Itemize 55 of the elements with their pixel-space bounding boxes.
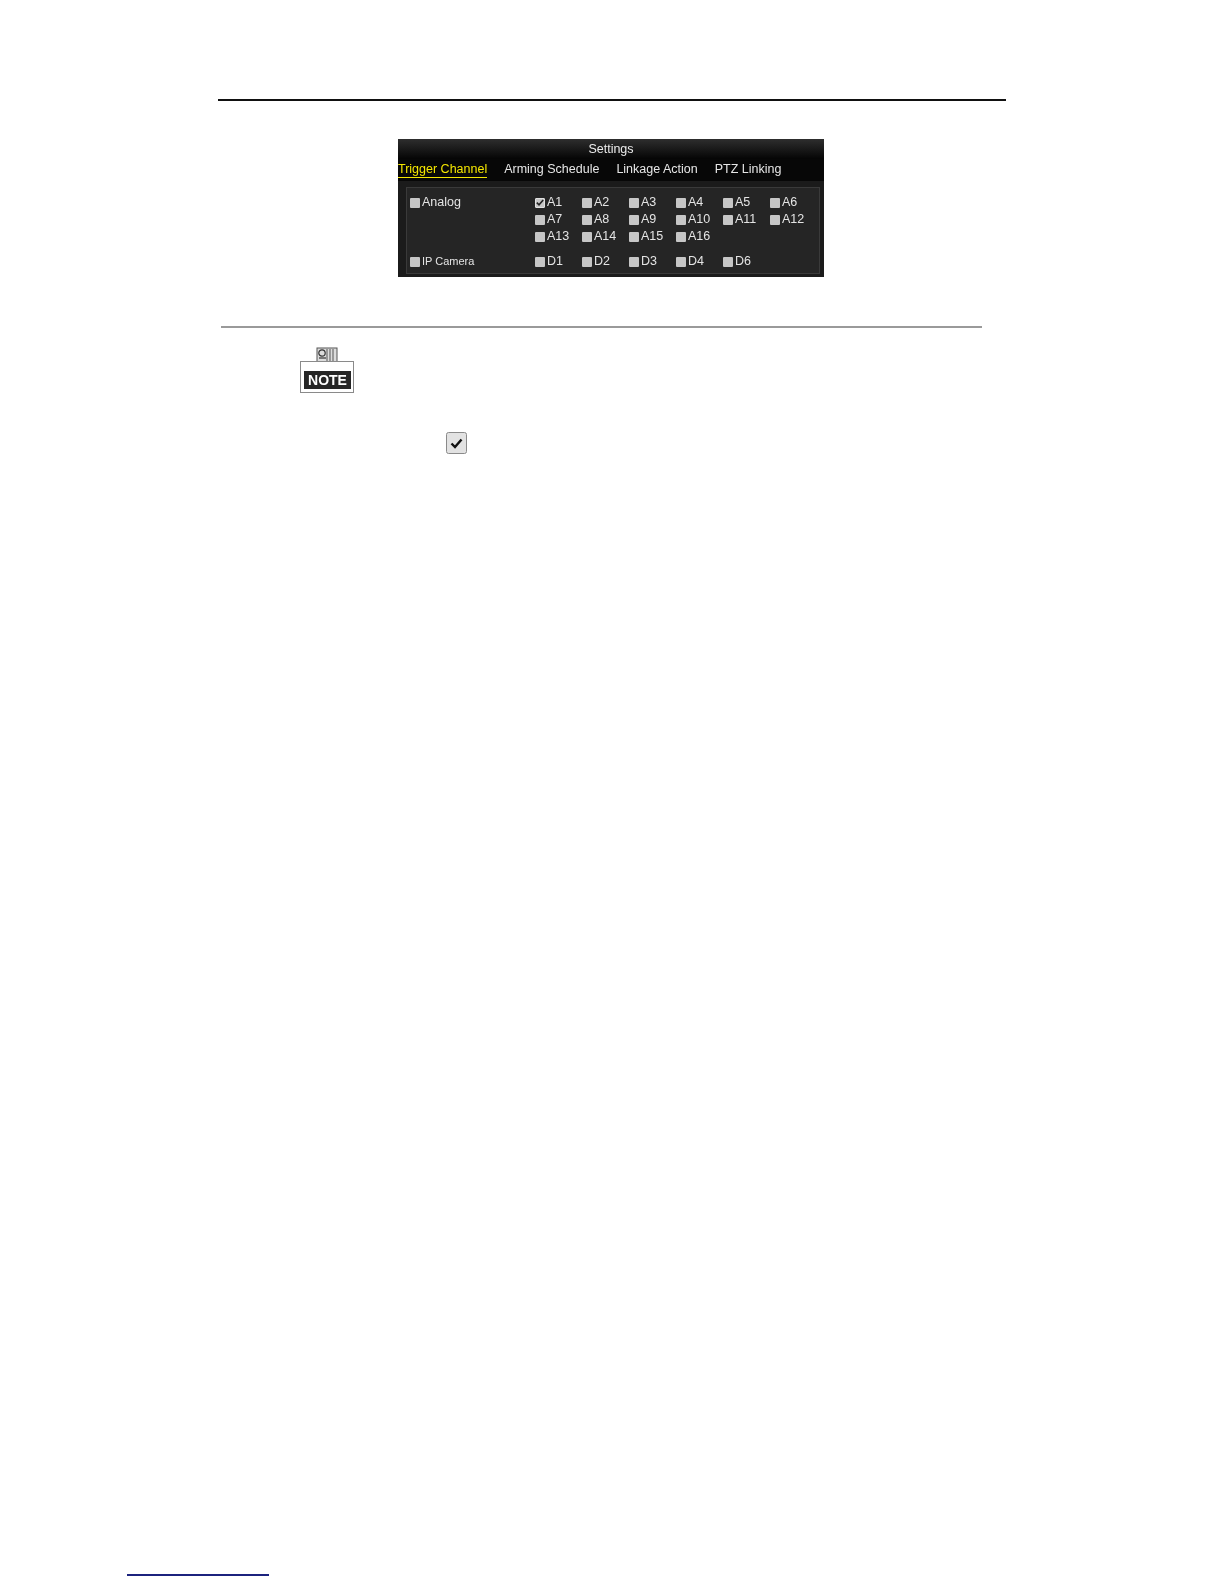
checkbox[interactable] (582, 231, 592, 242)
checkbox[interactable] (770, 214, 780, 225)
checkbox[interactable] (582, 256, 592, 267)
dialog-title: Settings (588, 141, 634, 157)
checkbox-label: A9 (641, 212, 657, 227)
checkbox[interactable] (676, 197, 686, 208)
checkbox-label: A8 (594, 212, 610, 227)
checkbox-label: A7 (547, 212, 563, 227)
checkbox[interactable] (629, 214, 639, 225)
checkbox-label: D6 (735, 254, 751, 269)
checked-box-icon (446, 432, 467, 454)
checkbox-label: A5 (735, 195, 751, 210)
checkbox-label: A13 (547, 229, 570, 244)
checkbox-label: A2 (594, 195, 610, 210)
checkbox[interactable] (723, 256, 733, 267)
checkbox[interactable] (535, 197, 545, 208)
checkbox-label: D4 (688, 254, 704, 269)
checkbox[interactable] (676, 256, 686, 267)
tab[interactable]: PTZ Linking (714, 162, 782, 178)
note-label: NOTE (304, 371, 351, 389)
checkbox-label: A15 (641, 229, 664, 244)
checkbox-label: A4 (688, 195, 704, 210)
tick-icon (536, 199, 544, 206)
tab[interactable]: Linkage Action (616, 162, 698, 178)
checkbox-label: A10 (688, 212, 711, 227)
checkbox[interactable] (629, 256, 639, 267)
checkbox-label: A14 (594, 229, 617, 244)
checkbox[interactable] (535, 214, 545, 225)
checkbox[interactable] (629, 197, 639, 208)
checkbox[interactable] (723, 214, 733, 225)
checkbox-label: D2 (594, 254, 610, 269)
checkbox[interactable] (535, 231, 545, 242)
checkbox-label: D1 (547, 254, 563, 269)
checkbox-label: A6 (782, 195, 798, 210)
checkbox-label: D3 (641, 254, 657, 269)
checkbox-label: A12 (782, 212, 805, 227)
checkbox-label: Analog (422, 195, 461, 210)
tab[interactable]: Trigger Channel (398, 162, 488, 178)
checkbox[interactable] (582, 214, 592, 225)
checkbox[interactable] (410, 256, 420, 267)
checkbox-label: IP Camera (422, 254, 475, 269)
checkbox[interactable] (582, 197, 592, 208)
checkbox[interactable] (676, 214, 686, 225)
checkbox-label: A11 (735, 212, 757, 227)
checkbox[interactable] (629, 231, 639, 242)
checkbox[interactable] (770, 197, 780, 208)
clip-icon (316, 347, 338, 363)
checkbox[interactable] (410, 197, 420, 208)
checkbox-label: A16 (688, 229, 711, 244)
checkbox-label: A3 (641, 195, 657, 210)
tab[interactable]: Arming Schedule (504, 162, 600, 178)
checkbox[interactable] (723, 197, 733, 208)
checkbox[interactable] (535, 256, 545, 267)
checkbox-label: A1 (547, 195, 563, 210)
checkbox[interactable] (676, 231, 686, 242)
